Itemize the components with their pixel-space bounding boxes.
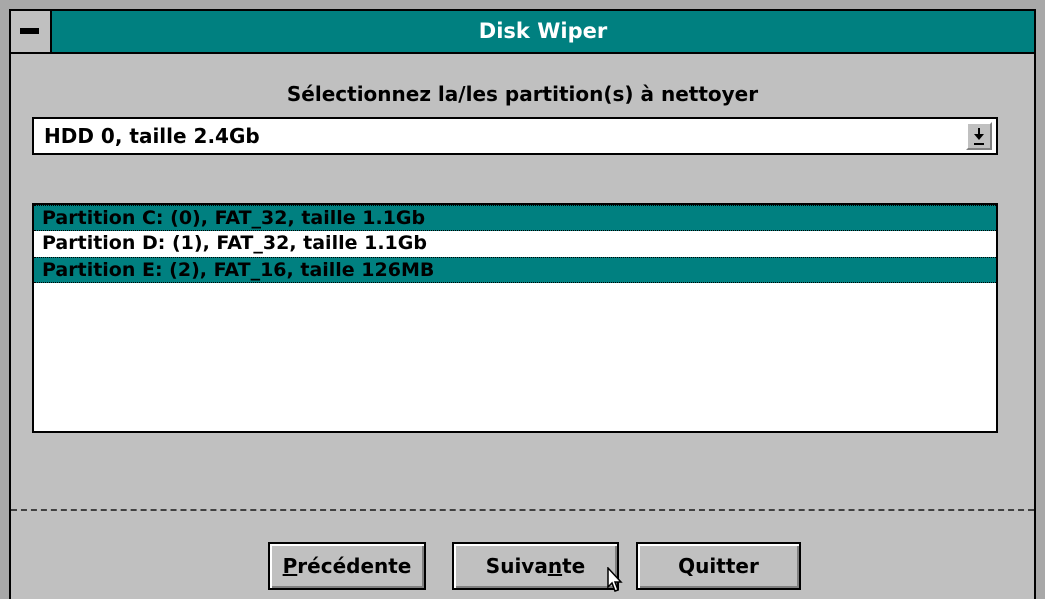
partition-label: Partition C: (0), FAT_32, taille 1.1Gb	[42, 207, 426, 229]
partition-item-c[interactable]: Partition C: (0), FAT_32, taille 1.1Gb	[34, 205, 996, 231]
dropdown-arrow-button[interactable]	[966, 122, 992, 150]
system-menu-icon	[20, 28, 39, 34]
quit-button[interactable]: Quitter	[636, 542, 801, 590]
title-bar[interactable]: Disk Wiper	[11, 11, 1034, 54]
chevron-down-icon	[974, 127, 984, 145]
partition-listbox[interactable]: Partition C: (0), FAT_32, taille 1.1Gb P…	[32, 203, 998, 433]
dashed-separator	[11, 509, 1034, 511]
previous-mnemonic: P	[282, 554, 298, 578]
system-menu-button[interactable]	[11, 11, 52, 52]
window-title: Disk Wiper	[478, 19, 608, 43]
previous-label-rest: récédente	[297, 554, 412, 578]
disk-wiper-window: Disk Wiper Sélectionnez la/les partition…	[0, 0, 1045, 599]
partition-label: Partition D: (1), FAT_32, taille 1.1Gb	[42, 232, 427, 254]
mouse-cursor-icon	[607, 567, 623, 592]
partition-item-d[interactable]: Partition D: (1), FAT_32, taille 1.1Gb	[34, 231, 996, 257]
disk-dropdown[interactable]: HDD 0, taille 2.4Gb	[32, 117, 998, 155]
next-mnemonic: n	[547, 554, 563, 578]
next-label-pre: Suiva	[485, 554, 548, 578]
partition-label: Partition E: (2), FAT_16, taille 126MB	[42, 259, 435, 281]
partition-item-e[interactable]: Partition E: (2), FAT_16, taille 126MB	[34, 257, 996, 283]
disk-dropdown-value: HDD 0, taille 2.4Gb	[44, 124, 260, 148]
previous-button[interactable]: Précédente	[268, 542, 426, 590]
next-label-post: te	[562, 554, 586, 578]
quit-label: Quitter	[678, 554, 759, 578]
next-button[interactable]: Suivante	[452, 542, 619, 590]
window-frame: Disk Wiper Sélectionnez la/les partition…	[9, 9, 1036, 599]
selection-prompt: Sélectionnez la/les partition(s) à netto…	[286, 82, 759, 106]
